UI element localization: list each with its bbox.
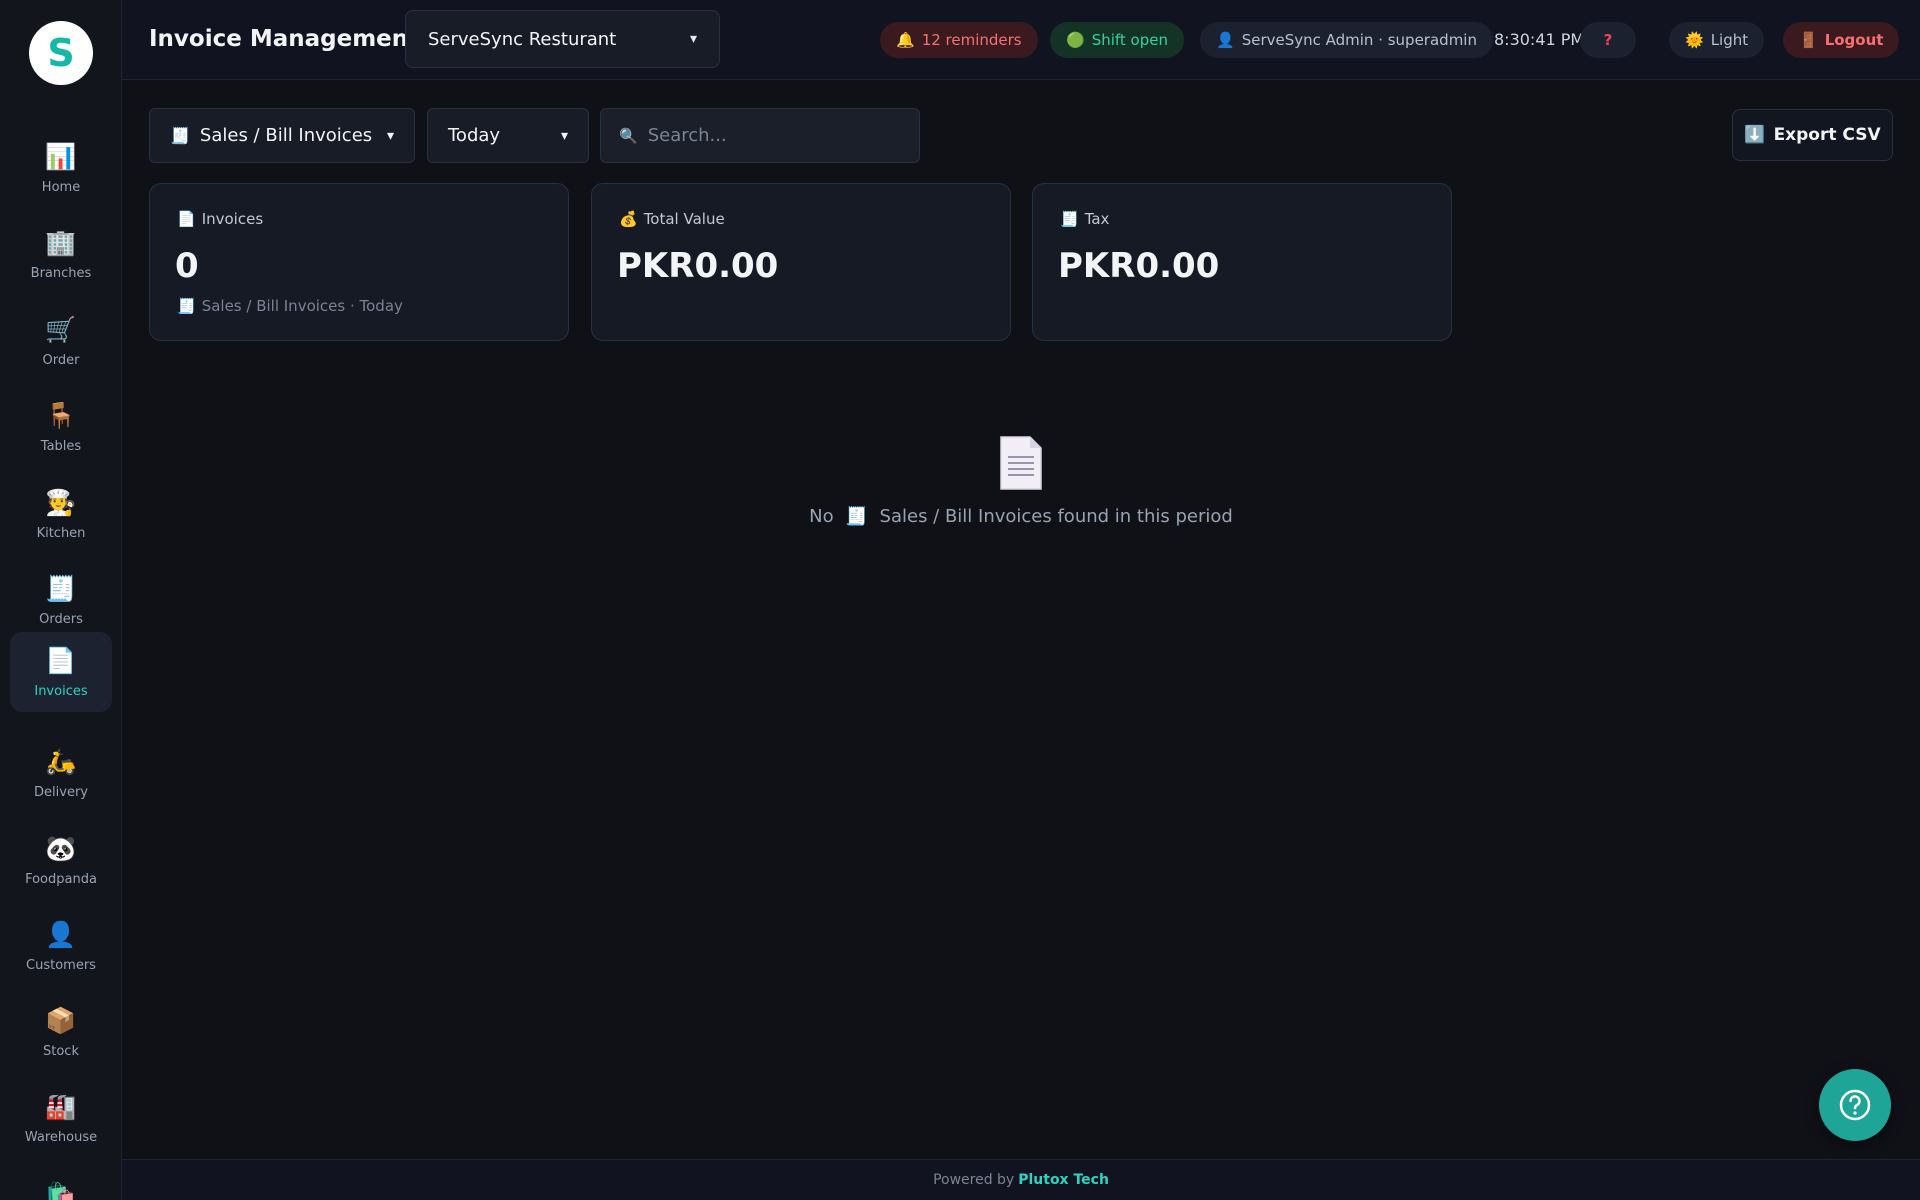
chart-icon: 📊 xyxy=(45,141,77,171)
sidebar-item-label: Orders xyxy=(39,611,83,627)
logout-label: Logout xyxy=(1824,31,1884,49)
sidebar-item-invoices[interactable]: 📄 Invoices xyxy=(10,632,112,712)
export-label: Export CSV xyxy=(1773,125,1881,145)
sidebar-item-orders[interactable]: 🧾 Orders xyxy=(10,560,112,640)
sidebar-item-label: Invoices xyxy=(34,683,88,699)
sidebar-item-customers[interactable]: 👤 Customers xyxy=(10,906,112,986)
help-button[interactable]: ? xyxy=(1580,22,1636,58)
document-icon: 📄 xyxy=(45,645,77,675)
sidebar-item-label: Stock xyxy=(43,1043,79,1059)
branch-select[interactable]: ServeSync Resturant ▾ xyxy=(405,10,720,68)
empty-document-icon xyxy=(1000,436,1042,490)
sidebar-item-label: Foodpanda xyxy=(25,871,97,887)
invoice-type-select[interactable]: 🧾 Sales / Bill Invoices ▾ xyxy=(149,108,415,163)
sun-icon: 🌞 xyxy=(1685,31,1704,49)
receipt-icon: 🧾 xyxy=(845,506,868,527)
sidebar-item-label: Home xyxy=(41,179,81,195)
scooter-icon: 🛵 xyxy=(45,746,77,776)
user-icon: 👤 xyxy=(1216,31,1235,49)
shift-label: Shift open xyxy=(1091,31,1168,49)
sidebar-item-label: Kitchen xyxy=(36,525,86,541)
search-box: 🔍 xyxy=(600,108,920,163)
sidebar-item-tables[interactable]: 🪑 Tables xyxy=(10,387,112,467)
sidebar-item-label: Branches xyxy=(30,265,92,281)
receipt-icon: 🧾 xyxy=(170,126,190,145)
money-bag-icon: 💰 xyxy=(619,210,638,228)
branch-select-value: ServeSync Resturant xyxy=(428,28,617,50)
download-icon: ⬇️ xyxy=(1744,125,1766,145)
page-title: Invoice Management xyxy=(149,26,420,52)
sidebar-item-label: Warehouse xyxy=(24,1129,98,1145)
clock: 8:30:41 PM xyxy=(1494,30,1585,49)
sidebar: S 📊 Home 🏢 Branches 🛒 Order 🪑 Tables 🧑‍🍳 Kitchen 🧾… xyxy=(0,0,122,1200)
building-icon: 🏢 xyxy=(45,227,77,257)
sidebar-item-home[interactable]: 📊 Home xyxy=(10,128,112,208)
receipt-icon: 🧾 xyxy=(1060,210,1079,228)
logo-letter: S xyxy=(47,31,75,75)
package-icon: 📦 xyxy=(45,1005,77,1035)
theme-toggle-button[interactable]: 🌞 Light xyxy=(1669,22,1765,58)
tax-card: 🧾 Tax PKR0.00 xyxy=(1032,183,1452,341)
period-select[interactable]: Today ▾ xyxy=(427,108,589,163)
cart-icon: 🛒 xyxy=(45,314,77,344)
document-icon: 📄 xyxy=(177,210,196,228)
receipt-icon: 🧾 xyxy=(45,573,77,603)
sidebar-item-foodpanda[interactable]: 🐼 Foodpanda xyxy=(10,820,112,900)
shift-status-button[interactable]: 🟢 Shift open xyxy=(1050,22,1184,58)
question-circle-icon xyxy=(1839,1089,1871,1121)
reminders-button[interactable]: 🔔 12 reminders xyxy=(880,22,1038,58)
panda-icon: 🐼 xyxy=(45,833,77,863)
logout-button[interactable]: 🚪 Logout xyxy=(1783,22,1900,58)
card-label: 🧾 Tax xyxy=(1060,210,1110,228)
sidebar-item-warehouse[interactable]: 🏭 Warehouse xyxy=(10,1078,112,1158)
sidebar-item-label: Customers xyxy=(26,957,96,973)
sidebar-item-more[interactable]: 🛍️ xyxy=(10,1160,112,1200)
card-value: PKR0.00 xyxy=(617,246,779,286)
card-label: 💰 Total Value xyxy=(619,210,725,228)
reminders-label: 12 reminders xyxy=(921,31,1022,49)
sidebar-item-branches[interactable]: 🏢 Branches xyxy=(10,214,112,294)
brand-link[interactable]: Plutox Tech xyxy=(1018,1172,1109,1188)
sidebar-item-delivery[interactable]: 🛵 Delivery xyxy=(10,733,112,813)
theme-label: Light xyxy=(1710,31,1749,49)
invoices-count-card: 📄 Invoices 0 🧾 Sales / Bill Invoices · Tod… xyxy=(149,183,569,341)
help-fab-button[interactable] xyxy=(1819,1069,1891,1141)
card-subtitle: 🧾 Sales / Bill Invoices · Today xyxy=(177,297,403,315)
app-logo[interactable]: S xyxy=(29,21,93,85)
user-button[interactable]: 👤 ServeSync Admin · superadmin xyxy=(1200,22,1493,58)
user-label: ServeSync Admin · superadmin xyxy=(1241,31,1477,49)
sidebar-item-stock[interactable]: 📦 Stock xyxy=(10,992,112,1072)
sidebar-item-label: Order xyxy=(42,352,80,368)
empty-state-message: No 🧾 Sales / Bill Invoices found in this… xyxy=(809,506,1233,527)
door-icon: 🚪 xyxy=(1799,31,1818,49)
footer: Powered by Plutox Tech xyxy=(122,1159,1920,1200)
chair-icon: 🪑 xyxy=(45,400,77,430)
chevron-down-icon: ▾ xyxy=(560,127,568,144)
green-circle-icon: 🟢 xyxy=(1066,31,1085,49)
sidebar-item-order[interactable]: 🛒 Order xyxy=(10,301,112,381)
card-label: 📄 Invoices xyxy=(177,210,264,228)
export-csv-button[interactable]: ⬇️ Export CSV xyxy=(1732,109,1893,161)
chevron-down-icon: ▾ xyxy=(689,31,697,47)
search-icon: 🔍 xyxy=(619,126,638,145)
sidebar-item-label: Tables xyxy=(40,438,82,454)
period-value: Today xyxy=(448,125,501,146)
chevron-down-icon: ▾ xyxy=(386,127,394,144)
top-header: Invoice Management ServeSync Resturant ▾… xyxy=(122,0,1920,80)
person-icon: 👤 xyxy=(45,919,77,949)
shopping-bag-icon: 🛍️ xyxy=(45,1181,77,1200)
card-value: PKR0.00 xyxy=(1058,246,1220,286)
sidebar-item-label: Delivery xyxy=(34,784,88,800)
invoice-type-value: Sales / Bill Invoices xyxy=(199,125,373,146)
factory-icon: 🏭 xyxy=(45,1091,77,1121)
card-value: 0 xyxy=(175,246,199,286)
bell-icon: 🔔 xyxy=(896,31,915,49)
receipt-icon: 🧾 xyxy=(177,297,196,315)
question-icon: ? xyxy=(1603,31,1613,49)
total-value-card: 💰 Total Value PKR0.00 xyxy=(591,183,1011,341)
search-input[interactable] xyxy=(647,125,901,146)
